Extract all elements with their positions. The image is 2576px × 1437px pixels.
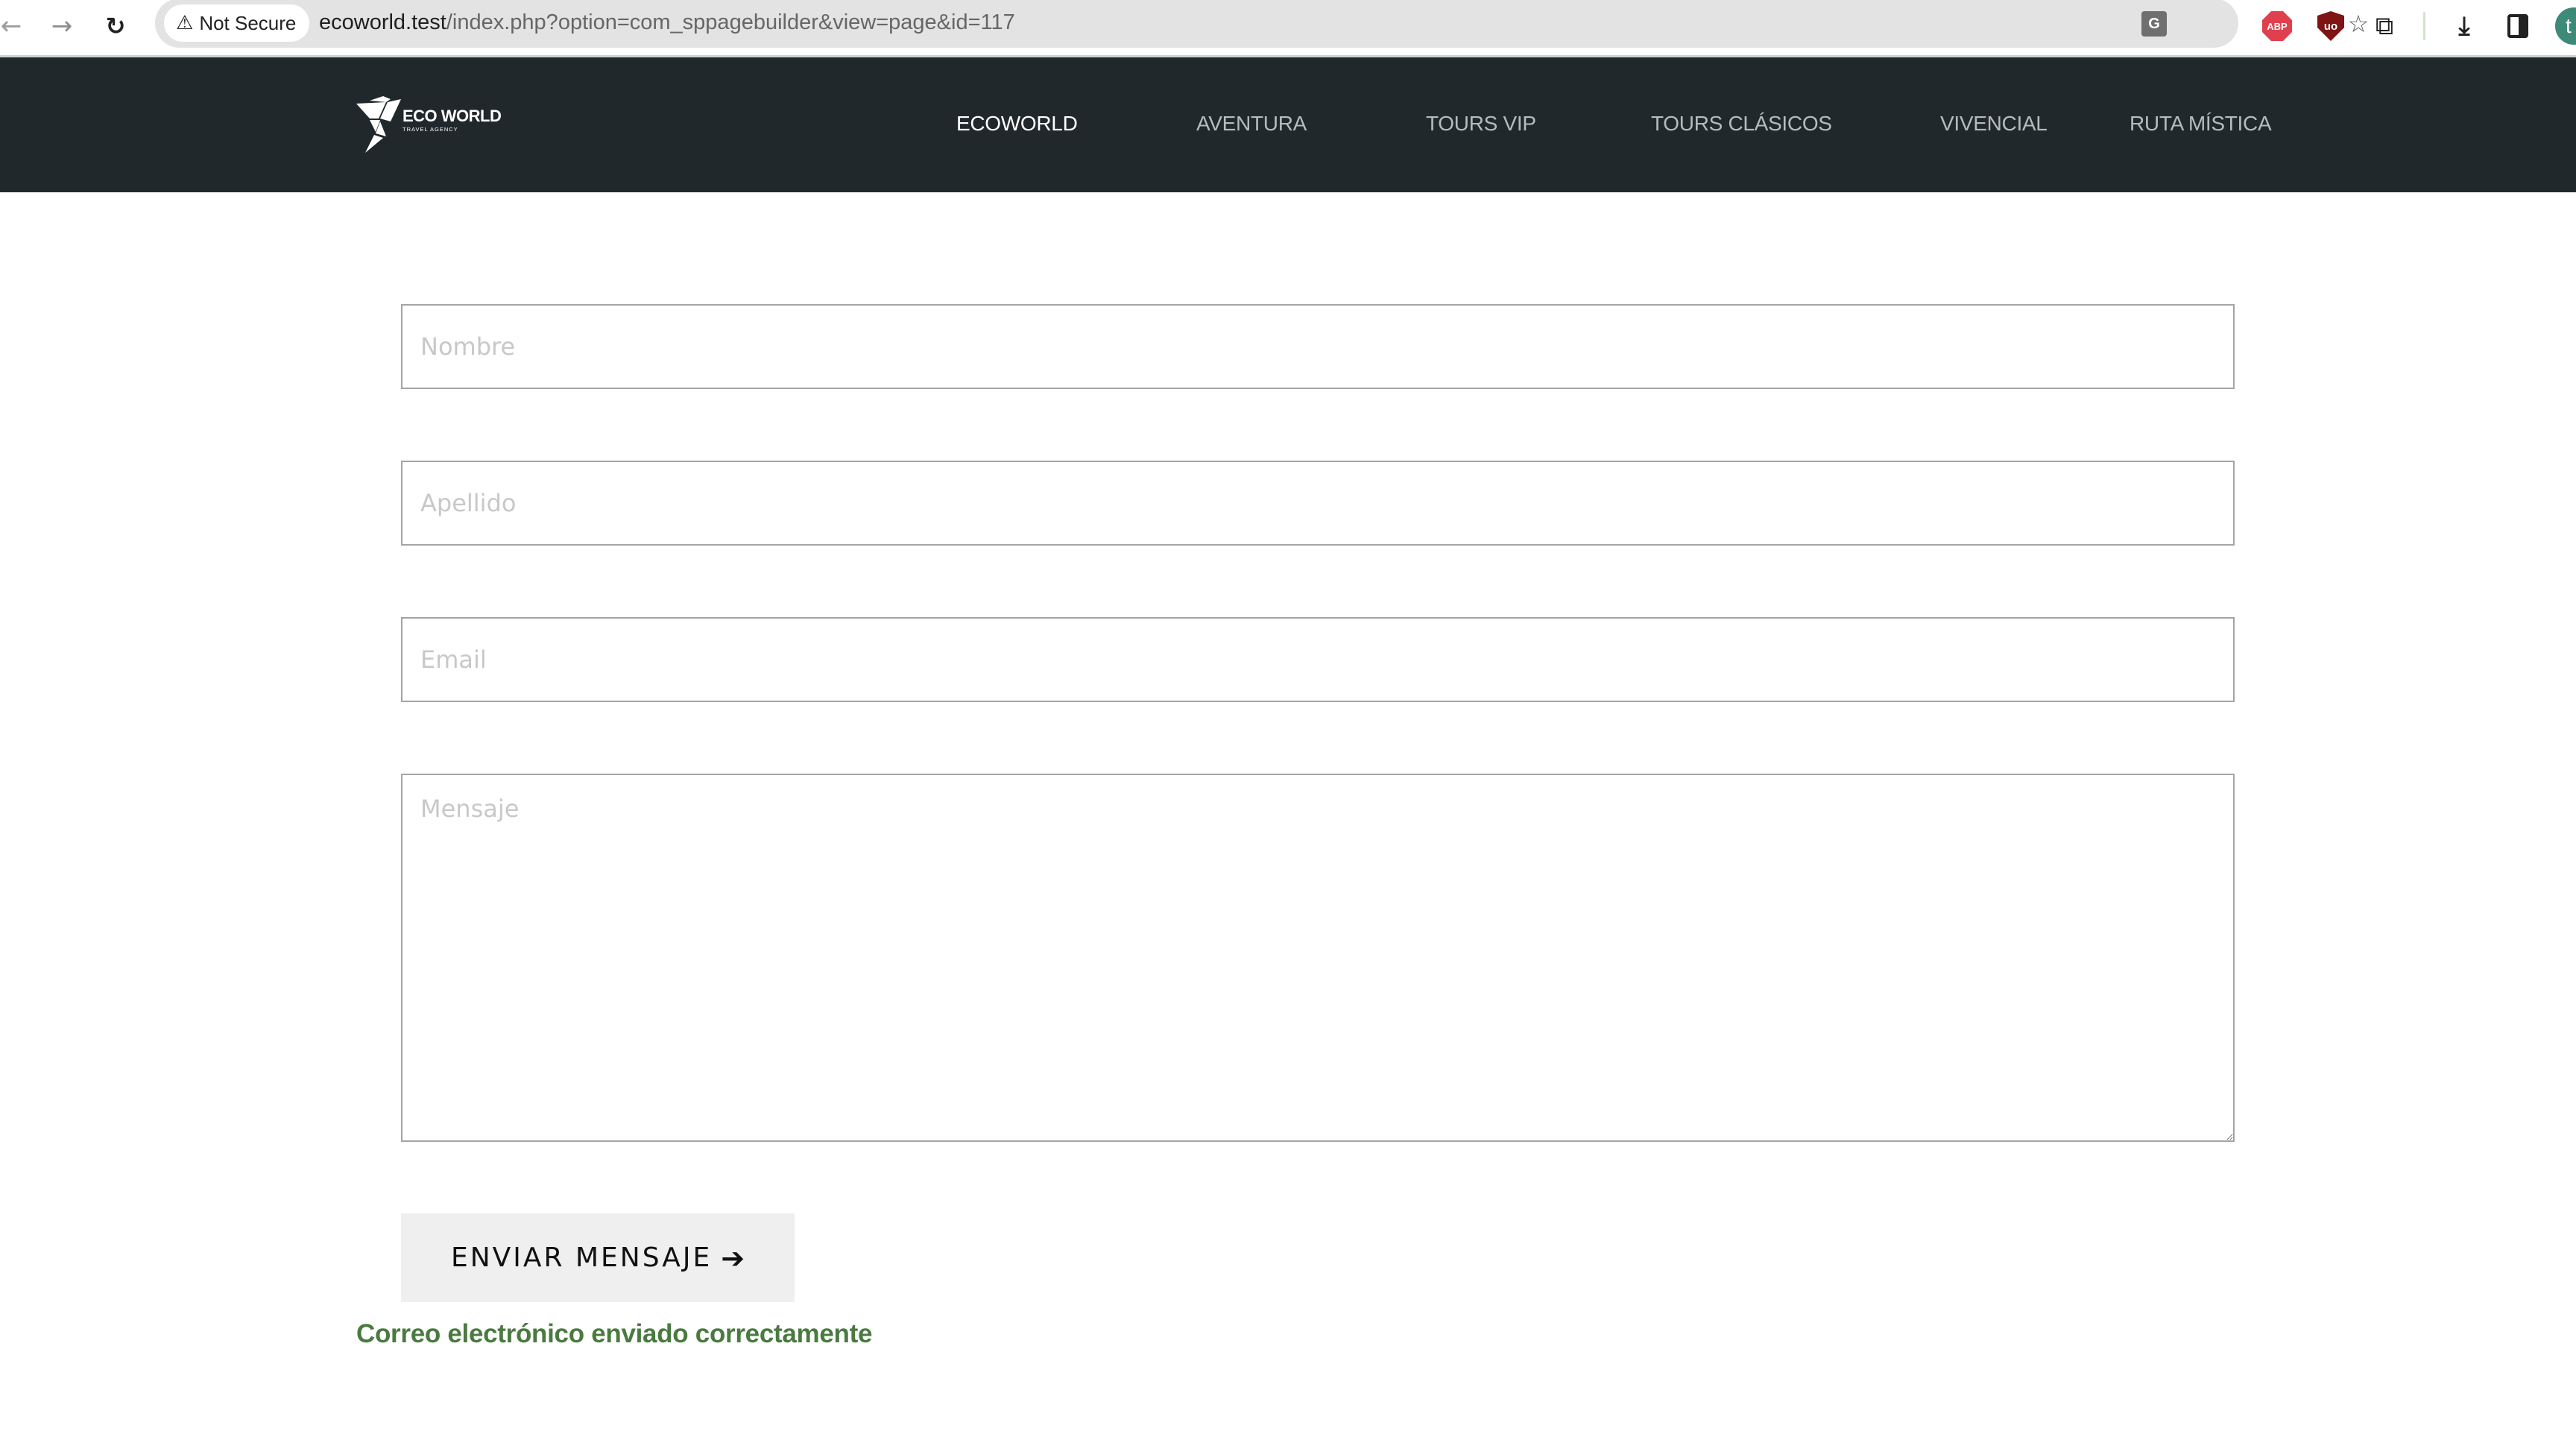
arrow-right-icon: → bbox=[51, 11, 73, 41]
translate-icon: G bbox=[2141, 11, 2167, 37]
menu-item-tours-vip[interactable]: TOURS VIP bbox=[1426, 111, 1536, 136]
download-icon: ⤓ bbox=[2458, 11, 2470, 41]
address-bar[interactable]: ⚠ Not Secure ecoworld.test/index.php?opt… bbox=[155, 0, 2369, 48]
enviar-mensaje-button[interactable]: ENVIAR MENSAJE ➔ bbox=[401, 1213, 795, 1302]
star-icon: ☆ bbox=[2347, 10, 2370, 38]
site-header: ECO WORLD TRAVEL AGENCY ECOWORLD AVENTUR… bbox=[0, 57, 2576, 192]
reload-icon: ↻ bbox=[105, 12, 126, 40]
abp-icon: ABP bbox=[2262, 11, 2292, 41]
site-security-chip[interactable]: ⚠ Not Secure bbox=[164, 4, 310, 42]
extensions-button[interactable]: ⧉ bbox=[2367, 9, 2402, 43]
warning-icon: ⚠ bbox=[176, 12, 194, 34]
menu-item-aventura[interactable]: AVENTURA bbox=[1196, 111, 1307, 136]
browser-toolbar: ← → ↻ ⚠ Not Secure ecoworld.test/index.p… bbox=[0, 0, 2576, 57]
back-button[interactable]: ← bbox=[0, 7, 30, 45]
arrow-right-icon: ➔ bbox=[721, 1241, 745, 1275]
translate-button[interactable]: G bbox=[2138, 7, 2171, 40]
ublock-shield-icon: uo bbox=[2317, 11, 2344, 41]
reload-button[interactable]: ↻ bbox=[97, 7, 134, 45]
logo-tagline: TRAVEL AGENCY bbox=[402, 126, 458, 133]
menu-item-ruta-mistica[interactable]: RUTA MÍSTICA bbox=[2130, 111, 2272, 136]
mensaje-textarea[interactable] bbox=[401, 774, 2235, 1142]
site-logo[interactable]: ECO WORLD TRAVEL AGENCY bbox=[356, 96, 502, 153]
adblock-plus-extension[interactable]: ABP bbox=[2260, 9, 2294, 43]
forward-button[interactable]: → bbox=[43, 7, 80, 45]
nombre-input[interactable] bbox=[401, 304, 2235, 389]
bird-logo-icon bbox=[356, 96, 401, 153]
downloads-button[interactable]: ⤓ bbox=[2447, 9, 2481, 43]
success-message: Correo electrónico enviado correctamente bbox=[356, 1319, 873, 1348]
puzzle-icon: ⧉ bbox=[2375, 11, 2394, 41]
security-label: Not Secure bbox=[199, 11, 297, 34]
side-panel-icon bbox=[2507, 14, 2528, 38]
email-input[interactable] bbox=[401, 617, 2235, 702]
menu-item-vivencial[interactable]: VIVENCIAL bbox=[1940, 111, 2048, 136]
url-text[interactable]: ecoworld.test/index.php?option=com_sppag… bbox=[319, 7, 1015, 37]
menu-item-tours-clasicos[interactable]: TOURS CLÁSICOS bbox=[1651, 111, 1832, 136]
profile-avatar[interactable]: t bbox=[2555, 7, 2576, 45]
logo-name: ECO WORLD bbox=[402, 107, 502, 125]
toolbar-divider bbox=[2423, 12, 2425, 40]
url-host: ecoworld.test bbox=[319, 10, 446, 34]
submit-label: ENVIAR MENSAJE bbox=[450, 1242, 713, 1273]
apellido-input[interactable] bbox=[401, 461, 2235, 546]
arrow-left-icon: ← bbox=[0, 11, 22, 41]
url-path: /index.php?option=com_sppagebuilder&view… bbox=[446, 10, 1015, 34]
side-panel-button[interactable] bbox=[2501, 9, 2535, 43]
menu-item-ecoworld[interactable]: ECOWORLD bbox=[956, 111, 1078, 136]
ublock-origin-extension[interactable]: uo bbox=[2314, 9, 2348, 43]
